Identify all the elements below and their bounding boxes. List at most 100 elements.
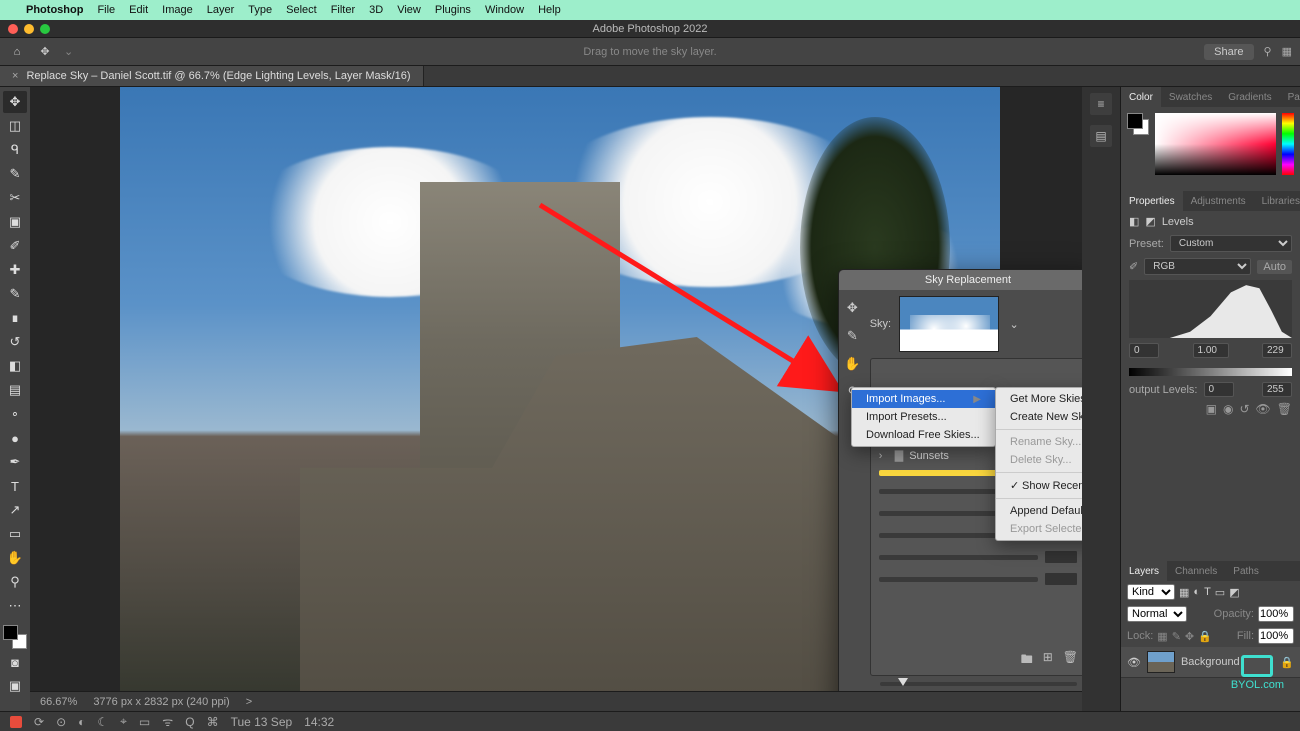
type-tool[interactable]: T bbox=[3, 475, 27, 497]
eyedropper-tool[interactable]: ✐ bbox=[3, 235, 27, 257]
status-do-not-disturb-icon[interactable]: ◐ bbox=[78, 715, 85, 729]
lock-all-icon[interactable]: 🔒 bbox=[1198, 630, 1212, 643]
color-picker-panel[interactable] bbox=[1121, 107, 1300, 191]
canvas[interactable]: Sky Replacement ✥ ✎ ✋ ⚲ Sky: ⌄ bbox=[30, 87, 1082, 711]
status-arrow-icon[interactable]: > bbox=[246, 696, 252, 708]
dodge-tool[interactable]: ● bbox=[3, 427, 27, 449]
status-control-center-icon[interactable]: ⌘ bbox=[207, 715, 219, 729]
menu-3d[interactable]: 3D bbox=[369, 4, 383, 16]
menu-edit[interactable]: Edit bbox=[129, 4, 148, 16]
gradient-tool[interactable]: ▤ bbox=[3, 379, 27, 401]
input-mid[interactable] bbox=[1193, 343, 1229, 358]
hand-tool[interactable]: ✋ bbox=[3, 547, 27, 569]
tab-paths[interactable]: Paths bbox=[1225, 561, 1267, 581]
reset-icon[interactable]: ↺ bbox=[1239, 402, 1249, 416]
new-folder-icon[interactable]: 🖿 bbox=[1021, 650, 1033, 671]
status-play-icon[interactable]: ⊙ bbox=[56, 715, 66, 729]
blend-mode-select[interactable]: Normal bbox=[1127, 606, 1187, 622]
filter-shape-icon[interactable]: ▭ bbox=[1215, 586, 1225, 599]
tab-adjustments[interactable]: Adjustments bbox=[1183, 191, 1254, 211]
menu-import-images[interactable]: Import Images...▶ bbox=[852, 390, 995, 408]
screen-mode[interactable]: ▣ bbox=[3, 675, 27, 697]
layer-thumbnail[interactable] bbox=[1147, 651, 1175, 673]
menu-show-recents[interactable]: ✓Show Recents bbox=[996, 476, 1082, 495]
lock-trans-icon[interactable]: ▦ bbox=[1157, 630, 1167, 643]
window-minimize[interactable] bbox=[24, 24, 34, 34]
selection-tool[interactable]: ✎ bbox=[3, 163, 27, 185]
eraser-tool[interactable]: ◧ bbox=[3, 355, 27, 377]
new-preset-icon[interactable]: ⊞ bbox=[1043, 650, 1053, 671]
rail-icon-1[interactable]: ≡ bbox=[1090, 93, 1112, 115]
stamp-tool[interactable]: ∎ bbox=[3, 307, 27, 329]
menu-select[interactable]: Select bbox=[286, 4, 317, 16]
search-icon[interactable]: ⚲ bbox=[1264, 45, 1272, 58]
tool-preset-chevron-icon[interactable]: ⌄ bbox=[64, 45, 73, 58]
filter-type-icon[interactable]: T bbox=[1204, 586, 1211, 598]
opacity-input[interactable] bbox=[1258, 606, 1294, 622]
thumbnail-size-slider[interactable] bbox=[870, 676, 1082, 692]
status-bluetooth-icon[interactable]: ⌖ bbox=[120, 714, 127, 729]
blur-tool[interactable]: ∘ bbox=[3, 403, 27, 425]
share-button[interactable]: Share bbox=[1204, 44, 1253, 60]
input-white[interactable] bbox=[1262, 343, 1292, 358]
filter-pixel-icon[interactable]: ▦ bbox=[1179, 586, 1189, 599]
tab-swatches[interactable]: Swatches bbox=[1161, 87, 1220, 107]
menu-type[interactable]: Type bbox=[248, 4, 272, 16]
menu-append-default-skies[interactable]: Append Default Skies... bbox=[996, 502, 1082, 520]
color-swatches[interactable] bbox=[3, 625, 27, 649]
fill-input[interactable] bbox=[1258, 628, 1294, 644]
shape-tool[interactable]: ▭ bbox=[3, 523, 27, 545]
move-tool[interactable]: ✥ bbox=[3, 91, 27, 113]
menu-download-free-skies[interactable]: Download Free Skies... bbox=[852, 426, 995, 444]
tab-libraries[interactable]: Libraries bbox=[1254, 191, 1300, 211]
dialog-brush-tool[interactable]: ✎ bbox=[847, 328, 858, 344]
tab-patterns[interactable]: Patterns bbox=[1280, 87, 1300, 107]
output-black[interactable] bbox=[1204, 382, 1234, 397]
levels-histogram[interactable] bbox=[1129, 280, 1292, 338]
dialog-move-tool[interactable]: ✥ bbox=[847, 300, 858, 316]
sky-dropdown-chevron-icon[interactable]: ⌄ bbox=[1007, 318, 1021, 331]
window-zoom[interactable] bbox=[40, 24, 50, 34]
lock-paint-icon[interactable]: ✎ bbox=[1172, 630, 1181, 643]
status-time[interactable]: 14:32 bbox=[304, 715, 334, 729]
menu-window[interactable]: Window bbox=[485, 4, 524, 16]
tab-channels[interactable]: Channels bbox=[1167, 561, 1225, 581]
status-battery-icon[interactable]: ▭ bbox=[139, 715, 150, 729]
status-zoom[interactable]: 66.67% bbox=[40, 696, 77, 708]
import-context-menu[interactable]: Import Images...▶ Import Presets... Down… bbox=[851, 387, 996, 447]
history-brush-tool[interactable]: ↺ bbox=[3, 331, 27, 353]
channel-select[interactable]: RGB bbox=[1144, 258, 1251, 275]
input-black[interactable] bbox=[1129, 343, 1159, 358]
color-field[interactable] bbox=[1155, 113, 1276, 175]
preset-select[interactable]: Custom bbox=[1170, 235, 1292, 252]
filter-smart-icon[interactable]: ◩ bbox=[1229, 586, 1239, 599]
edit-toolbar[interactable]: ⋯ bbox=[3, 595, 27, 617]
status-wifi-icon[interactable]: ᯤ bbox=[162, 713, 173, 730]
healing-tool[interactable]: ✚ bbox=[3, 259, 27, 281]
auto-button[interactable]: Auto bbox=[1257, 260, 1292, 274]
menu-image[interactable]: Image bbox=[162, 4, 193, 16]
rail-icon-2[interactable]: ▤ bbox=[1090, 125, 1112, 147]
status-search-icon[interactable]: Q bbox=[185, 715, 194, 729]
dialog-hand-tool[interactable]: ✋ bbox=[844, 356, 860, 372]
home-icon[interactable]: ⌂ bbox=[8, 43, 26, 61]
quick-mask[interactable]: ◙ bbox=[3, 651, 27, 673]
menu-filter[interactable]: Filter bbox=[331, 4, 355, 16]
lasso-tool[interactable]: ᑫ bbox=[3, 139, 27, 161]
workspace-icon[interactable]: ▦ bbox=[1282, 45, 1292, 58]
tab-color[interactable]: Color bbox=[1121, 87, 1161, 107]
output-gradient[interactable] bbox=[1129, 368, 1292, 376]
move-tool-icon[interactable]: ✥ bbox=[36, 43, 54, 61]
hue-strip[interactable] bbox=[1282, 113, 1294, 175]
visibility-icon[interactable]: 👁 bbox=[1256, 402, 1271, 416]
fg-bg-swatch[interactable] bbox=[1127, 113, 1149, 135]
view-previous-icon[interactable]: ◉ bbox=[1223, 402, 1233, 416]
clip-icon[interactable]: ▣ bbox=[1206, 402, 1217, 416]
eyedropper-black-icon[interactable]: ✐ bbox=[1129, 260, 1138, 273]
sky-thumbnail[interactable] bbox=[899, 296, 999, 352]
trash-icon[interactable]: 🗑 bbox=[1277, 402, 1292, 416]
marquee-tool[interactable]: ◫ bbox=[3, 115, 27, 137]
menu-view[interactable]: View bbox=[397, 4, 421, 16]
menu-get-more-skies[interactable]: Get More Skies▶ bbox=[996, 390, 1082, 408]
menu-plugins[interactable]: Plugins bbox=[435, 4, 471, 16]
